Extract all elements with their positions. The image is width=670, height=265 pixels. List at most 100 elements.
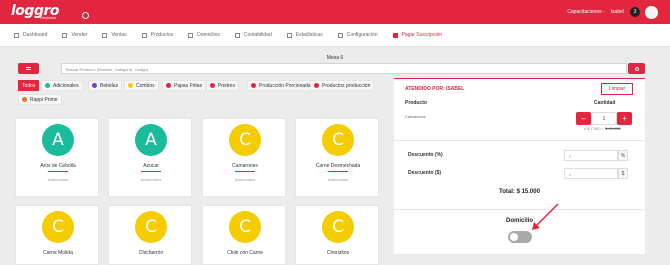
product-divider	[141, 171, 161, 172]
category-color-icon	[22, 97, 27, 102]
category-filter[interactable]: Rappi Prime	[18, 94, 62, 105]
category-filter[interactable]: Postres	[206, 80, 239, 91]
nav-item-contabilidad[interactable]: Contabilidad	[234, 32, 272, 38]
nav-label: Contabilidad	[243, 32, 272, 38]
category-filter[interactable]: Papas Fritas	[162, 80, 207, 91]
product-avatar: C	[322, 124, 354, 156]
nav-item-domicilios[interactable]: Domicilios	[188, 32, 220, 38]
building-icon	[234, 32, 240, 38]
product-card[interactable]: A Azucar Adicionales	[108, 118, 192, 197]
search-input[interactable]: Buscar Producto (Nombre, Categoría, Códi…	[61, 63, 627, 74]
product-name: Carne Molida	[43, 250, 73, 256]
order-item-name: Camarones	[405, 114, 426, 119]
unit-price: x $ 7.500 =	[584, 126, 604, 131]
discount-pct-label: Descuento (%)	[408, 152, 443, 158]
nav-item-configuraci-n[interactable]: Configuración	[337, 32, 378, 38]
dashboard-icon	[14, 32, 19, 38]
category-filter[interactable]: Producción Porcionada	[247, 80, 315, 91]
product-card[interactable]: C Carne Desmechada Adicionales	[295, 118, 379, 197]
notification-badge[interactable]: 3	[630, 7, 640, 17]
category-color-icon	[166, 83, 171, 88]
quantity-value[interactable]: 1	[591, 112, 617, 125]
order-panel: ATENDIDO POR: ISABEL Limpiar Producto Ca…	[394, 78, 645, 254]
product-avatar: C	[322, 211, 354, 243]
nav-item-ventas[interactable]: Ventas	[102, 32, 127, 38]
increase-button[interactable]: +	[617, 112, 632, 125]
category-filter[interactable]: Productos producción	[310, 80, 375, 91]
category-label: Producción Porcionada	[259, 82, 311, 89]
product-avatar: C	[229, 211, 261, 243]
nav-label: Configuración	[346, 32, 378, 38]
cart-icon	[62, 32, 68, 38]
item-total: $ 15.000	[605, 126, 621, 131]
category-filter[interactable]: Adicionales	[41, 80, 83, 91]
product-card[interactable]: C Chicharrón	[108, 205, 192, 265]
product-card[interactable]: C Chile con Carne	[202, 205, 286, 265]
nav-label: Estadísticas	[295, 32, 323, 38]
card-icon	[392, 32, 398, 38]
product-category: Adicionales	[47, 177, 69, 182]
nav-label: Domicilios	[197, 32, 220, 38]
hamburger-icon	[26, 67, 31, 70]
nav-item-productos[interactable]: Productos	[141, 32, 173, 38]
product-card[interactable]: C Camarones Adicionales	[202, 118, 286, 197]
nav-item-dashboard[interactable]: Dashboard	[14, 32, 47, 38]
product-category: Adicionales	[140, 177, 162, 182]
nav-label: Pagar Suscripción	[401, 32, 443, 38]
percent-addon: %	[618, 150, 628, 161]
product-avatar: A	[135, 124, 167, 156]
user-area: Capacitaciones - Isabel 3	[567, 0, 670, 24]
nav-item-vender[interactable]: Vender	[62, 32, 87, 38]
discount-pct-field[interactable]: 0	[564, 150, 618, 161]
product-avatar: C	[229, 124, 261, 156]
delivery-label: Domicilio	[505, 218, 533, 224]
nav-item-pagar-suscripci-n[interactable]: Pagar Suscripción	[392, 32, 443, 38]
category-filter[interactable]: Combos	[124, 80, 159, 91]
product-avatar: A	[42, 124, 74, 156]
product-name: Carne Desmechada	[315, 163, 361, 169]
user-name[interactable]: Isabel	[611, 9, 624, 15]
product-name: Chicharrón	[138, 250, 164, 256]
eye-icon[interactable]	[82, 12, 89, 19]
menu-button[interactable]	[18, 63, 39, 74]
main-nav: Dashboard Vender Ventas Productos Domicilios…	[0, 24, 670, 47]
product-card[interactable]: A Aros de Cebolla Adicionales	[15, 118, 99, 197]
category-label: Todos	[22, 82, 36, 89]
category-color-icon	[251, 83, 256, 88]
product-card[interactable]: C Chorizitos	[295, 205, 379, 265]
table-title: Mesa 6	[326, 55, 344, 61]
category-filter[interactable]: Bebidas	[88, 80, 123, 91]
category-label: Productos producción	[322, 82, 371, 89]
category-label: Bebidas	[100, 82, 119, 89]
discount-amt-field[interactable]: 0	[564, 168, 618, 179]
category-color-icon	[128, 83, 133, 88]
item-price: x $ 7.500 = $ 15.000	[584, 126, 621, 131]
clear-button[interactable]: Limpiar	[601, 83, 633, 95]
product-divider	[328, 171, 348, 172]
category-filter[interactable]: Todos	[18, 80, 40, 91]
gear-icon	[337, 32, 343, 38]
dollar-addon: $	[618, 168, 628, 179]
discount-amt-label: Descuento ($)	[408, 170, 442, 176]
avatar[interactable]	[645, 5, 658, 19]
nav-label: Vender	[71, 32, 88, 38]
col-product-header: Producto	[405, 100, 427, 106]
top-bar: loggro Restobar Capacitaciones - Isabel …	[0, 0, 670, 24]
divider	[394, 209, 645, 210]
delivery-toggle[interactable]	[508, 231, 532, 243]
product-avatar: C	[42, 211, 74, 243]
tag-icon	[102, 32, 108, 38]
category-label: Papas Fritas	[174, 82, 203, 89]
category-color-icon	[314, 83, 319, 88]
decrease-button[interactable]: –	[576, 112, 591, 125]
order-total: Total: $ 15.000	[499, 189, 540, 195]
search-button[interactable]	[628, 63, 645, 74]
product-divider	[235, 171, 255, 172]
logo-subtitle: Restobar	[40, 15, 57, 20]
product-card[interactable]: C Carne Molida	[15, 205, 99, 265]
motorbike-icon	[188, 32, 194, 38]
nav-label: Ventas	[111, 32, 127, 38]
category-label: Adicionales	[53, 82, 79, 89]
nav-item-estad-sticas[interactable]: Estadísticas	[286, 32, 323, 38]
toggle-knob	[510, 233, 518, 241]
